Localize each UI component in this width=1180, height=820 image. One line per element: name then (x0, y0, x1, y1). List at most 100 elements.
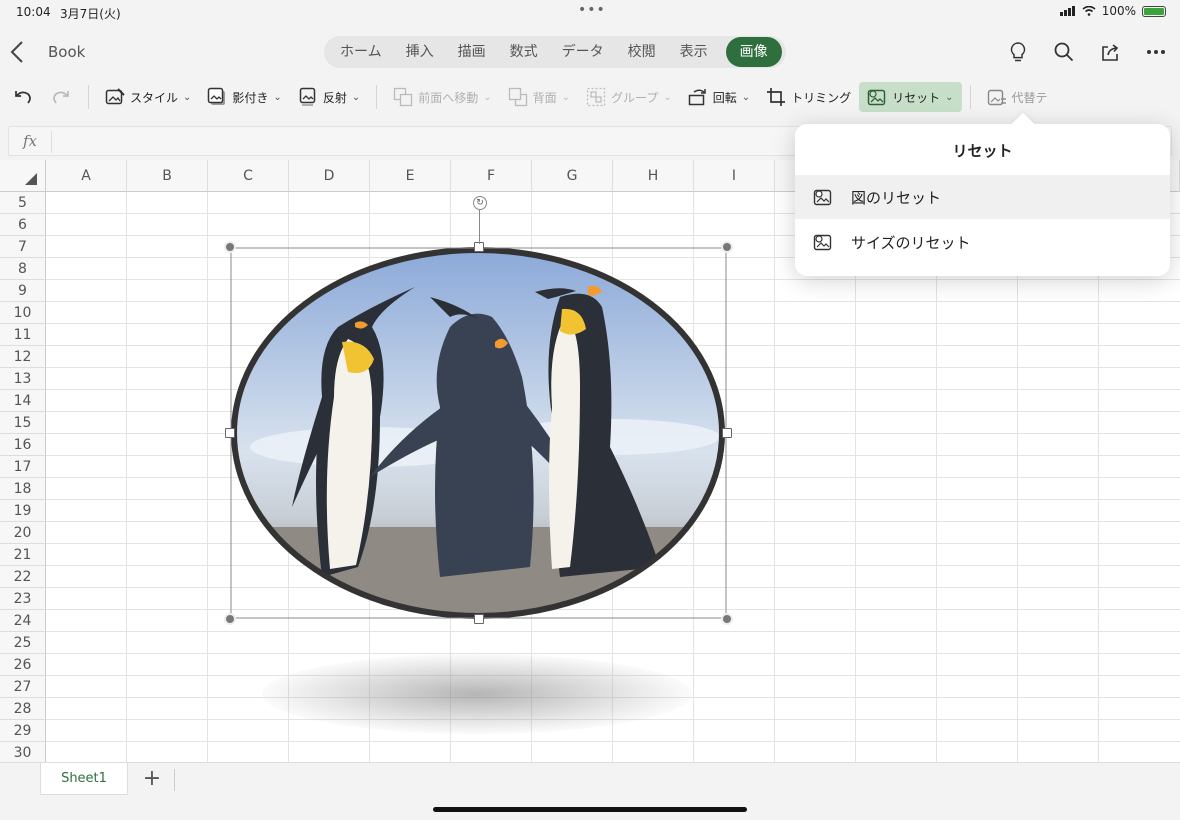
ribbon-separator (969, 85, 971, 109)
reset-popover: リセット 図のリセット サイズのリセット (795, 112, 1170, 276)
resize-handle-bottom[interactable] (474, 614, 484, 624)
fx-icon[interactable]: fx (23, 132, 37, 150)
more-options-icon[interactable] (1144, 40, 1168, 64)
column-gridline (774, 192, 775, 762)
column-header[interactable]: G (532, 160, 613, 192)
resize-handle-top-left[interactable] (224, 241, 236, 253)
row-header[interactable]: 17 (0, 456, 46, 478)
row-header[interactable]: 14 (0, 390, 46, 412)
sheet-tab-sheet1[interactable]: Sheet1 (40, 763, 128, 795)
row-header[interactable]: 24 (0, 610, 46, 632)
row-header[interactable]: 9 (0, 280, 46, 302)
rotate-handle-icon[interactable]: ↻ (473, 196, 487, 210)
row-header[interactable]: 11 (0, 324, 46, 346)
row-header[interactable]: 26 (0, 654, 46, 676)
tab-view[interactable]: 表示 (668, 36, 720, 68)
penguin-picture[interactable] (224, 241, 733, 625)
reset-picture-item[interactable]: 図のリセット (795, 175, 1170, 219)
multitask-dots-icon[interactable]: ••• (578, 2, 606, 18)
chevron-down-icon: ⌄ (273, 91, 282, 103)
resize-handle-bottom-right[interactable] (721, 613, 733, 625)
tab-draw[interactable]: 描画 (446, 36, 498, 68)
row-header[interactable]: 29 (0, 720, 46, 742)
row-header[interactable]: 8 (0, 258, 46, 280)
crop-button[interactable]: トリミング (758, 82, 859, 112)
row-gridline (46, 741, 1180, 742)
tab-picture[interactable]: 画像 (725, 37, 782, 67)
ribbon-tabs: ホーム 挿入 描画 数式 データ 校閲 表示 画像 (324, 36, 786, 68)
send-backward-icon (508, 87, 527, 107)
style-button[interactable]: スタイル ⌄ (97, 82, 199, 112)
reset-size-item[interactable]: サイズのリセット (795, 220, 1170, 264)
formula-divider (51, 131, 52, 153)
reset-button[interactable]: リセット ⌄ (859, 82, 962, 112)
chevron-down-icon: ⌄ (663, 91, 672, 103)
resize-handle-left[interactable] (225, 428, 235, 438)
tab-formulas[interactable]: 数式 (498, 36, 550, 68)
bring-forward-button[interactable]: 前面へ移動 ⌄ (385, 82, 499, 112)
column-header[interactable]: A (46, 160, 127, 192)
column-header[interactable]: I (694, 160, 775, 192)
battery-percent: 100% (1101, 4, 1136, 18)
signal-icon (1059, 6, 1075, 16)
row-header[interactable]: 28 (0, 698, 46, 720)
row-header[interactable]: 12 (0, 346, 46, 368)
crop-icon (767, 88, 786, 106)
row-gridline (46, 631, 1180, 632)
chevron-down-icon: ⌄ (483, 91, 492, 103)
picture-ribbon: スタイル ⌄ 影付き ⌄ 反射 ⌄ 前面へ移動 ⌄ 背面 ⌄ グループ ⌄ 回転 ⌄ (0, 78, 1180, 116)
home-indicator[interactable] (433, 807, 747, 812)
tab-data[interactable]: データ (550, 36, 616, 68)
row-header[interactable]: 27 (0, 676, 46, 698)
rotate-button[interactable]: 回転 ⌄ (680, 82, 758, 112)
app-header: Book ホーム 挿入 描画 数式 データ 校閲 表示 画像 (0, 30, 1180, 74)
lightbulb-icon[interactable] (1006, 40, 1030, 64)
row-header[interactable]: 30 (0, 742, 46, 762)
group-icon (586, 87, 606, 107)
tab-review[interactable]: 校閲 (616, 36, 668, 68)
column-header[interactable]: H (613, 160, 694, 192)
row-header[interactable]: 15 (0, 412, 46, 434)
add-sheet-button[interactable]: + (140, 765, 164, 793)
row-header[interactable]: 22 (0, 566, 46, 588)
column-header[interactable]: D (289, 160, 370, 192)
row-header[interactable]: 6 (0, 214, 46, 236)
resize-handle-top-right[interactable] (721, 241, 733, 253)
chevron-down-icon: ⌄ (741, 91, 751, 103)
row-gridline (46, 653, 1180, 654)
column-gridline (126, 192, 127, 762)
row-header[interactable]: 13 (0, 368, 46, 390)
search-icon[interactable] (1052, 40, 1076, 64)
header-actions (1006, 40, 1168, 64)
row-header[interactable]: 23 (0, 588, 46, 610)
row-header[interactable]: 5 (0, 192, 46, 214)
send-backward-button[interactable]: 背面 ⌄ (500, 82, 578, 112)
row-header[interactable]: 25 (0, 632, 46, 654)
row-header[interactable]: 10 (0, 302, 46, 324)
shadow-button[interactable]: 影付き ⌄ (199, 82, 289, 112)
tab-home[interactable]: ホーム (328, 36, 394, 68)
resize-handle-right[interactable] (722, 428, 732, 438)
redo-button[interactable] (42, 82, 80, 112)
row-header[interactable]: 19 (0, 500, 46, 522)
group-button[interactable]: グループ ⌄ (578, 82, 680, 112)
column-header[interactable]: E (370, 160, 451, 192)
status-bar: 10:04 3月7日(火) ••• 100% (0, 0, 1180, 24)
reset-picture-icon (813, 189, 832, 206)
column-header[interactable]: C (208, 160, 289, 192)
back-chevron-icon[interactable] (10, 40, 30, 64)
column-header[interactable]: B (127, 160, 208, 192)
share-icon[interactable] (1098, 40, 1122, 64)
alt-text-button[interactable]: 代替テ (979, 82, 1056, 112)
row-header[interactable]: 18 (0, 478, 46, 500)
row-header[interactable]: 21 (0, 544, 46, 566)
reflection-button[interactable]: 反射 ⌄ (290, 82, 368, 112)
row-header[interactable]: 20 (0, 522, 46, 544)
select-all-corner[interactable] (0, 160, 46, 192)
row-header[interactable]: 16 (0, 434, 46, 456)
resize-handle-bottom-left[interactable] (224, 613, 236, 625)
undo-button[interactable] (0, 82, 42, 112)
column-header[interactable]: F (451, 160, 532, 192)
tab-insert[interactable]: 挿入 (394, 36, 446, 68)
row-header[interactable]: 7 (0, 236, 46, 258)
